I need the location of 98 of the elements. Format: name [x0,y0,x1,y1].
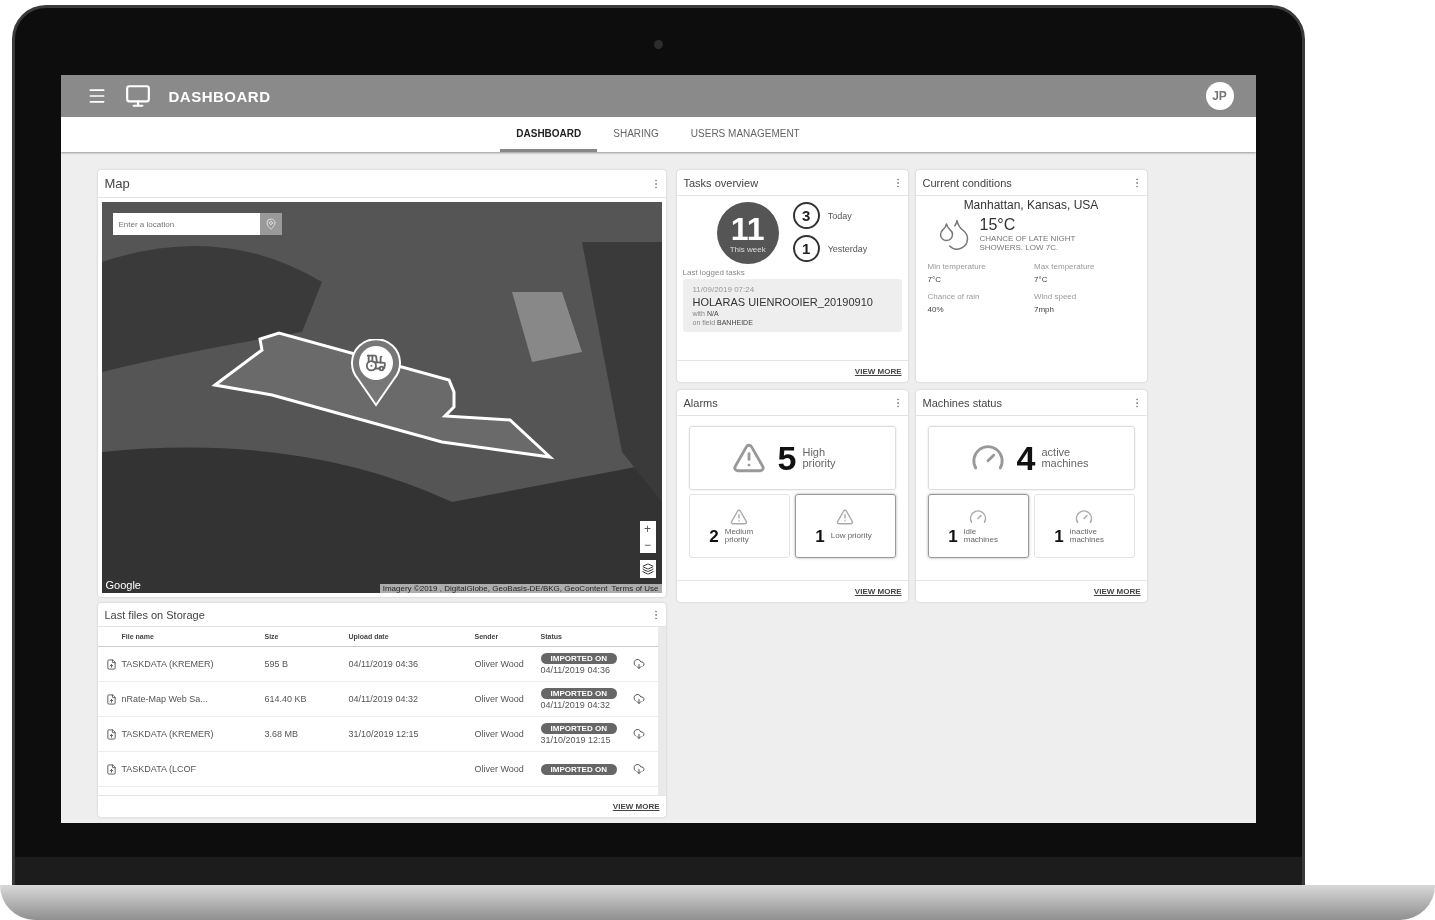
stat-value: 7mph [1034,305,1055,314]
user-avatar[interactable]: JP [1205,82,1234,110]
file-icon [105,728,117,740]
table-cell-text: Oliver Wood [474,729,525,739]
stat-label: Wind speed [1034,292,1078,301]
stat-label: Min temperature [927,262,987,271]
app-title: DASHBOARD [168,87,272,105]
card-title: Alarms [683,396,718,409]
table-cell: 31/10/2019 12:15 [540,735,611,745]
file-row[interactable]: nRate-Map Web Sa... 614.40 KB 04/11/2019 04:32 Oliver Wood IMPORTED ON 04/11/2019 04:32 [97,682,658,717]
monitor-icon [124,83,151,109]
count: 4 [1016,441,1036,475]
view-more-link[interactable]: VIEW MORE [854,367,902,376]
map-pin-icon [264,218,277,230]
view-more-link[interactable]: VIEW MORE [612,802,660,811]
stat-value: 7°C [1034,275,1049,284]
gauge-icon [969,507,987,526]
tile-label: High priority [802,447,837,469]
weather-description: CHANCE OF LATE NIGHT SHOWERS. LOW 7C. [979,234,1077,252]
terms-link[interactable]: Terms of Use [611,584,659,593]
count: 11 [730,212,765,245]
nav-tab[interactable]: SHARING [597,117,675,152]
warning-icon [731,441,766,475]
table-cell-text: 595 B [264,659,290,669]
status-badge: IMPORTED ON [540,653,617,664]
card-title: Tasks overview [683,176,759,189]
tile-label: inactive machines [1069,528,1105,544]
view-more-link[interactable]: VIEW MORE [854,587,902,596]
status-tile[interactable]: 1 Low priority [794,494,896,558]
count-label: This week [729,244,766,254]
table-cell-text: TASKDATA (KREMER) [121,659,215,669]
table-cell-text: Oliver Wood [474,694,525,704]
tractor-pin-icon [349,339,402,407]
download-icon[interactable] [632,693,645,705]
task-name: HOLARAS UIENROOIER_20190910 [692,296,874,308]
count-ring: 3 [792,202,820,229]
file-row[interactable]: TASKDATA (KREMER) 3.68 MB 31/10/2019 12:15 Oliver Wood IMPORTED ON 31/10/2019 12:15 [97,717,658,752]
stat-label: Max temperature [1034,262,1096,271]
map-logo: Google [105,579,141,591]
camera-icon [654,40,663,49]
map-view[interactable]: Enter a location + − Google Imagery ©2019 , DigitalGlobe, GeoBasis-DE/BKG, GeoContent Terms of Use [101,202,662,593]
section-label: Last logged tasks [682,268,746,277]
count: 1 [1054,527,1064,545]
warning-icon [836,507,854,526]
table-cell-text: 31/10/2019 12:15 [348,729,420,739]
table-cell-text: Oliver Wood [474,764,525,774]
gauge-icon [1075,507,1093,526]
download-icon[interactable] [632,763,645,775]
status-badge: IMPORTED ON [540,763,617,775]
table-cell-text: Oliver Wood [474,659,525,669]
file-icon [105,658,117,670]
table-cell-text: 3.68 MB [264,729,300,739]
file-icon [105,693,117,705]
file-icon [105,763,117,775]
weather-location: Manhattan, Kansas, USA [962,197,1100,212]
map-attribution: Imagery ©2019 , DigitalGlobe, GeoBasis-DE/BKG, GeoContent [382,584,608,593]
table-cell-text: 04/11/2019 04:32 [348,694,419,704]
file-row[interactable]: TASKDATA (LCOF Oliver Wood IMPORTED ON [97,752,658,787]
stat-value: 7°C [927,275,942,284]
table-cell: 04/11/2019 04:32 [540,700,610,710]
location-search-field[interactable]: Enter a location [112,213,260,235]
warning-icon [730,507,748,526]
layers-icon [641,563,654,575]
nav-tab[interactable]: USERS MANAGEMENT [674,117,816,152]
card-title: Machines status [922,396,1002,409]
download-icon[interactable] [632,658,645,670]
table-cell-text: 04/11/2019 04:36 [348,659,419,669]
table-cell-text: 614.40 KB [264,694,308,704]
download-icon[interactable] [632,728,645,740]
stat-value: 40% [927,305,945,314]
nav-tab[interactable]: DASHBOARD [500,117,598,152]
card-title: Last files on Storage [104,608,205,621]
card-title: Map [104,176,130,191]
count: 2 [709,527,719,545]
count-ring: 1 [792,235,820,262]
task-date: 11/09/2019 07:24 [692,285,756,294]
count-label: Yesterday [827,243,868,254]
view-more-link[interactable]: VIEW MORE [1093,587,1141,596]
table-cell: 04/11/2019 04:36 [540,665,610,675]
location-search-button[interactable] [259,213,282,235]
table-cell-text: TASKDATA (KREMER) [121,729,215,739]
status-badge: IMPORTED ON [540,723,617,734]
status-badge: IMPORTED ON [540,688,617,699]
file-row[interactable]: TASKDATA (KREMER) 595 B 04/11/2019 04:36 Oliver Wood IMPORTED ON 04/11/2019 04:36 [97,647,658,682]
count: 5 [777,441,797,475]
count: 1 [815,527,825,545]
table-cell-text: TASKDATA (LCOF [121,764,197,774]
tile-label: idle machines [963,528,999,544]
tile-label: active machines [1041,447,1090,469]
temperature: 15°C [979,216,1017,234]
tractor-icon [364,352,387,374]
tile-label: Medium priority [724,528,755,544]
count-label: Today [827,210,852,221]
card-title: Current conditions [922,176,1012,189]
table-cell-text: nRate-Map Web Sa... [121,694,209,704]
count: 1 [948,527,958,545]
tile-label: Low priority [830,532,873,540]
stat-label: Chance of rain [927,292,981,301]
